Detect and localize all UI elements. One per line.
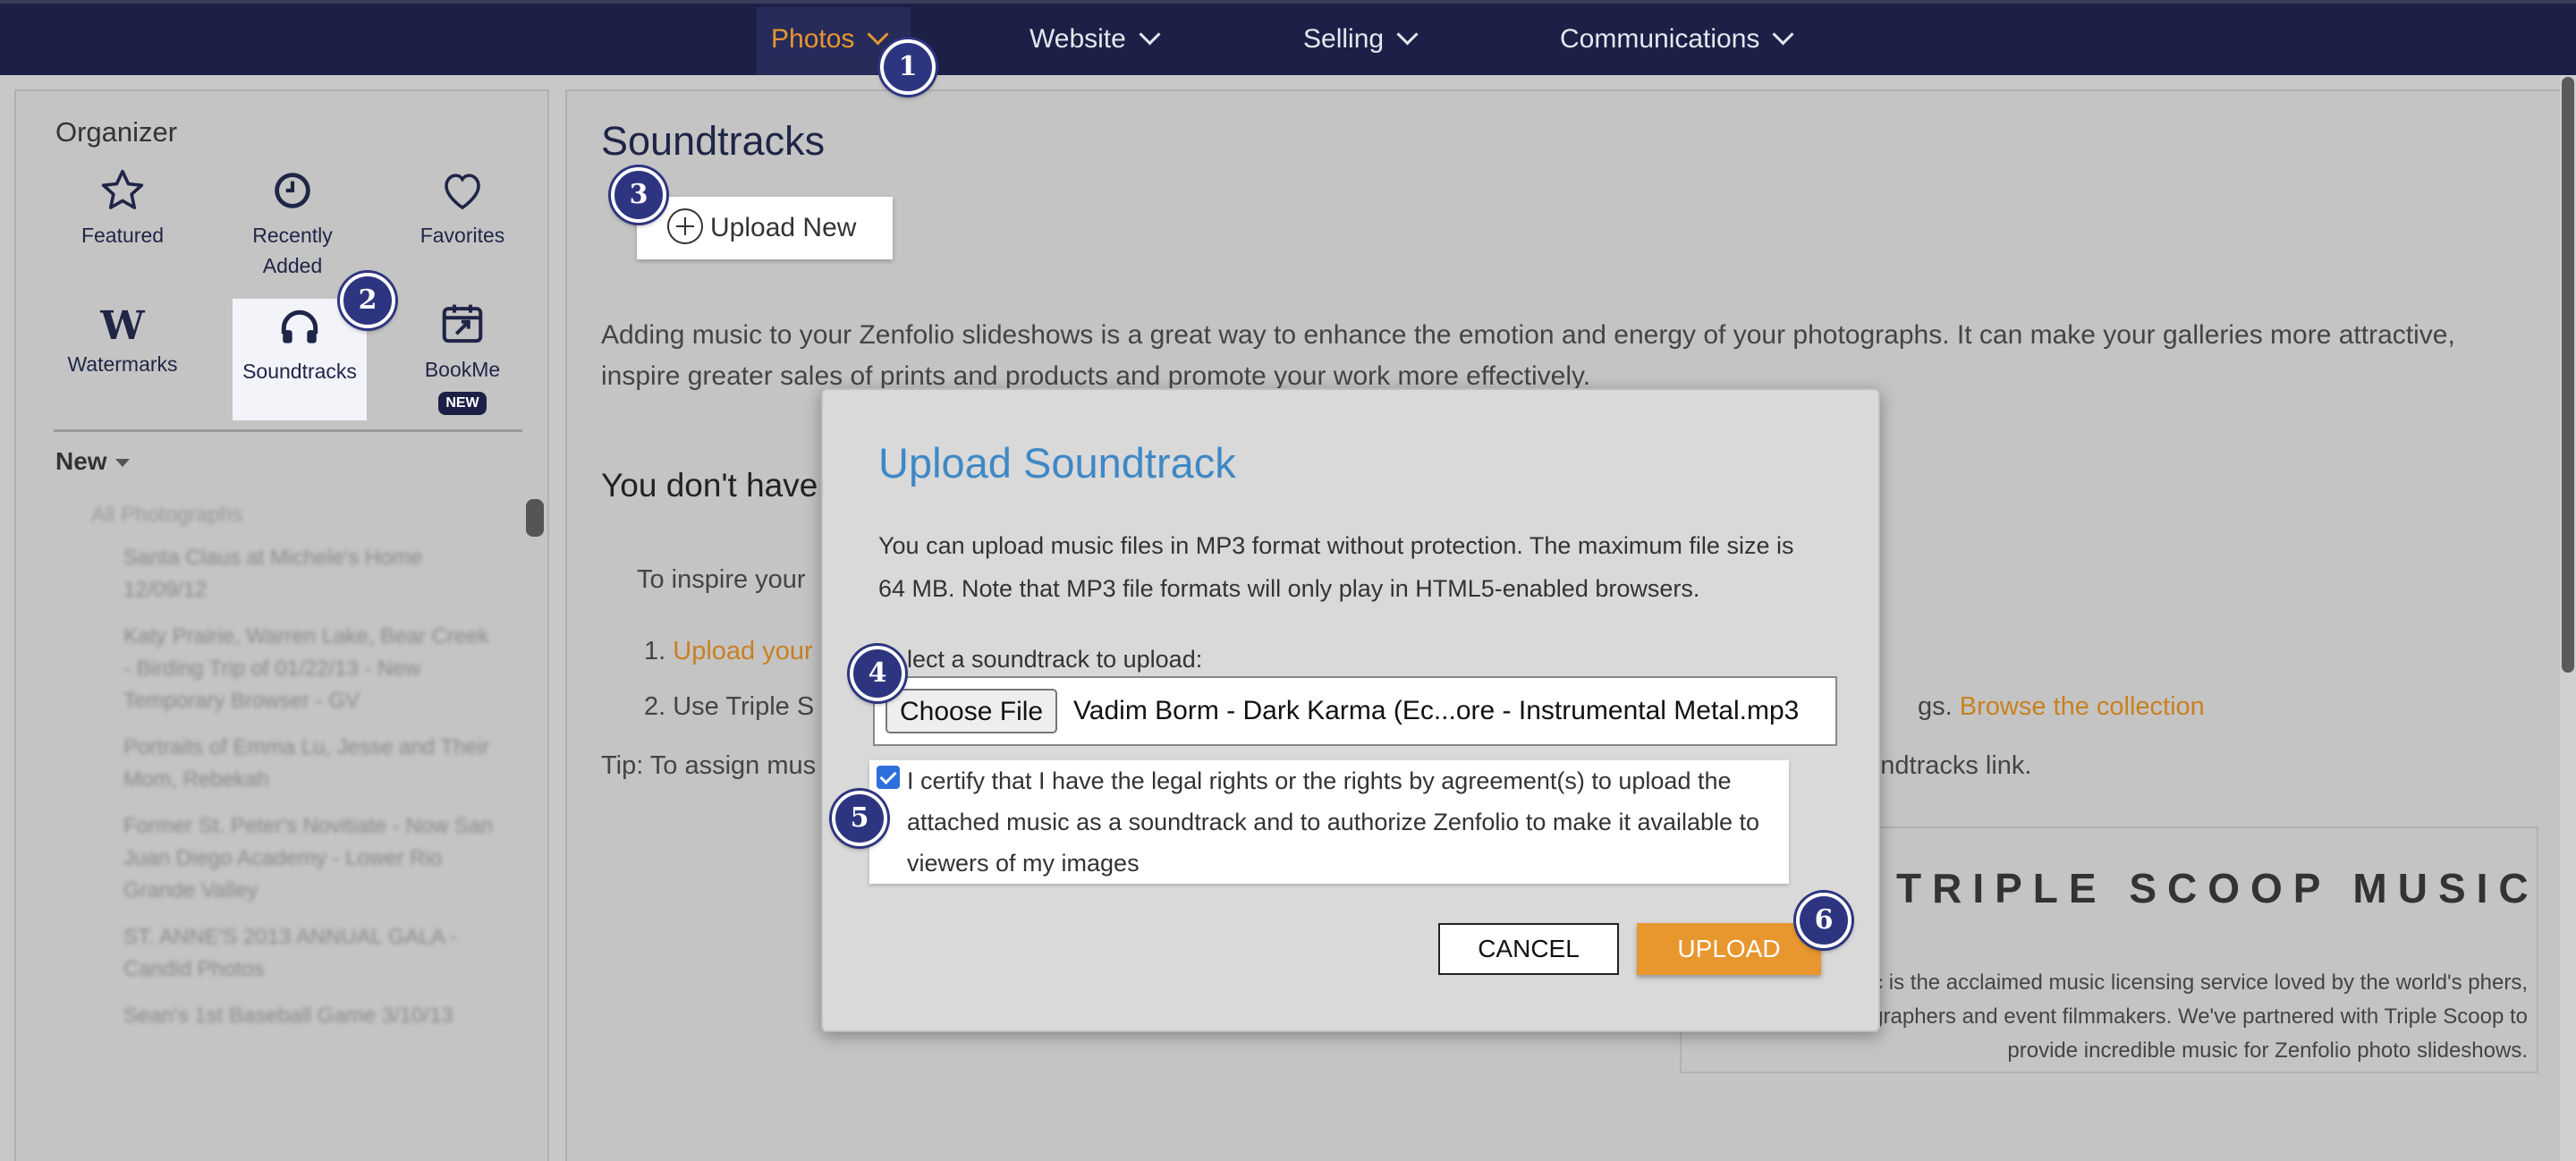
page-title: Soundtracks	[601, 118, 826, 164]
upload-your-link[interactable]: Upload your	[673, 637, 812, 665]
tree-item[interactable]: Katy Prairie, Warren Lake, Bear Creek - …	[123, 621, 499, 717]
tile-recently-added[interactable]: Recently Added	[225, 166, 360, 281]
tile-recently-added-label: Recently Added	[252, 224, 333, 277]
certify-text: I certify that I have the legal rights o…	[907, 767, 1760, 877]
browse-line: gs. Browse the collection	[1918, 692, 2205, 722]
selected-file-name: Vadim Borm - Dark Karma (Ec...ore - Inst…	[1073, 696, 1800, 725]
sidebar-scrollbar[interactable]	[526, 499, 544, 537]
tree-item[interactable]: Former St. Peter's Novitiate - Now San J…	[123, 810, 499, 907]
calendar-icon	[442, 304, 483, 343]
step-badge-4: 4	[850, 646, 905, 701]
step-1: 1. Upload your	[644, 637, 813, 666]
step-badge-6: 6	[1796, 893, 1852, 948]
tree-root[interactable]: All Photographs	[91, 503, 521, 528]
nav-photos[interactable]: Photos	[771, 4, 889, 75]
step-badge-2: 2	[340, 273, 395, 328]
plus-circle-icon	[667, 208, 703, 245]
nav-communications[interactable]: Communications	[1560, 4, 1794, 75]
nav-website[interactable]: Website	[1030, 4, 1161, 75]
empty-state-heading: You don't have	[601, 467, 818, 504]
watermark-w-icon: W	[100, 303, 145, 349]
choose-file-button[interactable]: Choose File	[886, 689, 1058, 733]
upload-button[interactable]: UPLOAD	[1637, 923, 1821, 975]
headphones-icon	[281, 309, 318, 343]
browse-collection-link[interactable]: Browse the collection	[1960, 692, 2205, 721]
tile-soundtracks-label: Soundtracks	[242, 360, 357, 383]
tip-text: Tip: To assign mus	[601, 751, 817, 780]
top-navigation: Photos Website Selling Communications	[0, 0, 2576, 75]
file-input[interactable]: Choose File Vadim Borm - Dark Karma (Ec.…	[873, 676, 1837, 746]
photo-tree: All Photographs Santa Claus at Michele's…	[55, 503, 521, 1032]
nav-selling[interactable]: Selling	[1303, 4, 1419, 75]
clock-icon	[275, 173, 310, 208]
tile-favorites-label: Favorites	[419, 224, 505, 247]
inspire-text: To inspire your	[637, 565, 806, 594]
certify-checkbox[interactable]	[877, 766, 900, 789]
nav-communications-label: Communications	[1560, 24, 1760, 54]
organizer-title: Organizer	[55, 116, 178, 148]
tile-watermarks[interactable]: W Watermarks	[55, 299, 190, 379]
new-dropdown-label: New	[55, 447, 107, 475]
heart-icon	[445, 174, 480, 210]
upload-new-label: Upload New	[710, 213, 857, 242]
new-dropdown[interactable]: New	[55, 447, 131, 476]
select-soundtrack-label: lect a soundtrack to upload:	[907, 646, 1203, 673]
tile-watermarks-label: Watermarks	[67, 352, 178, 376]
upload-soundtrack-dialog: Upload Soundtrack You can upload music f…	[821, 388, 1880, 1032]
tree-item[interactable]: Santa Claus at Michele's Home 12/09/12	[123, 542, 499, 606]
tile-featured-label: Featured	[80, 224, 165, 247]
tree-item[interactable]: Sean's 1st Baseball Game 3/10/13	[123, 1000, 499, 1032]
step-badge-3: 3	[611, 167, 666, 223]
step-badge-5: 5	[832, 791, 887, 846]
nav-website-label: Website	[1030, 24, 1126, 54]
cancel-button[interactable]: CANCEL	[1438, 923, 1619, 975]
nav-selling-label: Selling	[1303, 24, 1385, 54]
chevron-down-icon	[1396, 23, 1419, 46]
nav-photos-label: Photos	[771, 24, 855, 54]
tile-bookme-label: BookMe	[424, 358, 501, 381]
step-2: 2. Use Triple S	[644, 692, 815, 721]
upload-new-button[interactable]: Upload New	[637, 197, 893, 259]
star-icon	[101, 169, 144, 209]
chevron-down-icon	[1772, 23, 1794, 46]
chevron-down-icon	[1139, 23, 1161, 46]
tile-bookme[interactable]: BookMe NEW	[395, 299, 530, 415]
tile-favorites[interactable]: Favorites	[395, 166, 530, 250]
organizer-sidebar: Organizer Featured Recently Added Favori…	[14, 89, 549, 1161]
tile-featured[interactable]: Featured	[55, 166, 190, 250]
certify-box: I certify that I have the legal rights o…	[869, 760, 1789, 884]
dialog-title: Upload Soundtrack	[878, 439, 1236, 487]
step-badge-1: 1	[880, 39, 936, 95]
triple-scoop-logo: TRIPLE SCOOP MUSIC	[1896, 865, 2539, 911]
tree-item[interactable]: Portraits of Emma Lu, Jesse and Their Mo…	[123, 732, 499, 796]
chevron-down-icon	[867, 23, 889, 46]
intro-text: Adding music to your Zenfolio slideshows…	[601, 320, 2455, 391]
page-scrollbar-thumb[interactable]	[2562, 77, 2574, 673]
tree-item[interactable]: ST. ANNE'S 2013 ANNUAL GALA - Candid Pho…	[123, 921, 499, 986]
new-badge: NEW	[438, 392, 487, 415]
dialog-description: You can upload music files in MP3 format…	[878, 532, 1794, 602]
triple-scoop-description: usic is the acclaimed music licensing se…	[1819, 970, 2528, 1063]
step-2-tail: gs.	[1918, 692, 1953, 721]
step-1-number: 1.	[644, 637, 666, 665]
caret-down-icon	[115, 459, 131, 468]
sidebar-divider	[54, 429, 522, 432]
